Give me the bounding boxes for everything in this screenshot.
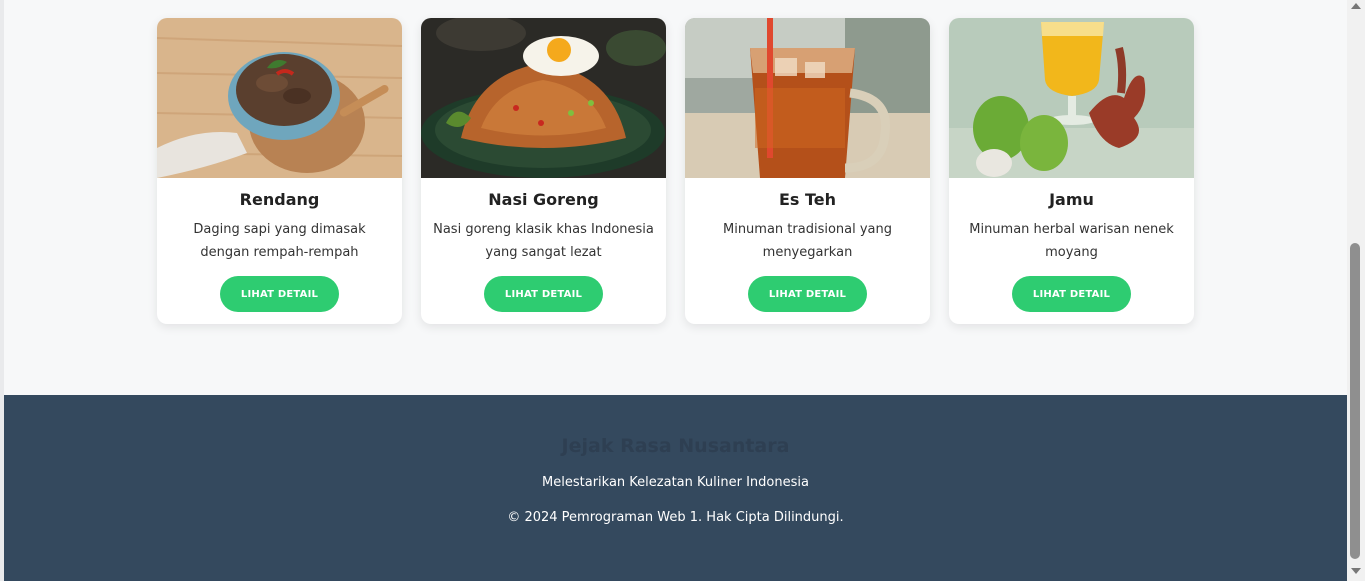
- rendang-image: [157, 18, 402, 178]
- lihat-detail-button-jamu[interactable]: LIHAT DETAIL: [1012, 276, 1131, 312]
- nasi-goreng-image: [421, 18, 666, 178]
- jamu-photo-icon: [949, 18, 1194, 178]
- card-description: Daging sapi yang dimasak dengan rempah-r…: [193, 222, 366, 260]
- card-description: Minuman tradisional yang menyegarkan: [722, 222, 893, 260]
- card-title: Jamu: [1049, 190, 1094, 209]
- footer-brand: Jejak Rasa Nusantara: [561, 435, 790, 457]
- jamu-image: [949, 18, 1194, 178]
- card-description: Nasi goreng klasik khas Indonesia yang s…: [433, 222, 654, 260]
- es-teh-photo-icon: [685, 18, 930, 178]
- card-title: Rendang: [239, 190, 320, 209]
- footer-copyright: © 2024 Pemrograman Web 1. Hak Cipta Dili…: [507, 510, 844, 525]
- lihat-detail-button-es-teh[interactable]: LIHAT DETAIL: [748, 276, 867, 312]
- rendang-photo-icon: [157, 18, 402, 178]
- menu-card-es-teh: Es Teh Minuman tradisional yang menyegar…: [685, 18, 930, 324]
- es-teh-image: [685, 18, 930, 178]
- footer-tagline: Melestarikan Kelezatan Kuliner Indonesia: [542, 475, 809, 490]
- card-title: Nasi Goreng: [488, 190, 599, 209]
- card-description: Minuman herbal warisan nenek moyang: [969, 222, 1174, 260]
- lihat-detail-button-nasi-goreng[interactable]: LIHAT DETAIL: [484, 276, 603, 312]
- scrollbar-thumb[interactable]: [1350, 243, 1360, 559]
- vertical-scrollbar[interactable]: [1347, 0, 1365, 581]
- main-content: Rendang Daging sapi yang dimasak dengan …: [4, 0, 1347, 395]
- scroll-down-arrow-icon[interactable]: [1351, 568, 1361, 574]
- nasi-goreng-photo-icon: [421, 18, 666, 178]
- menu-card-jamu: Jamu Minuman herbal warisan nenek moyang…: [949, 18, 1194, 324]
- menu-card-grid: Rendang Daging sapi yang dimasak dengan …: [157, 18, 1197, 324]
- scroll-up-arrow-icon[interactable]: [1351, 3, 1361, 9]
- site-footer: Jejak Rasa Nusantara Melestarikan Keleza…: [4, 395, 1347, 581]
- lihat-detail-button-rendang[interactable]: LIHAT DETAIL: [220, 276, 339, 312]
- card-title: Es Teh: [778, 190, 837, 209]
- menu-card-nasi-goreng: Nasi Goreng Nasi goreng klasik khas Indo…: [421, 18, 666, 324]
- menu-card-rendang: Rendang Daging sapi yang dimasak dengan …: [157, 18, 402, 324]
